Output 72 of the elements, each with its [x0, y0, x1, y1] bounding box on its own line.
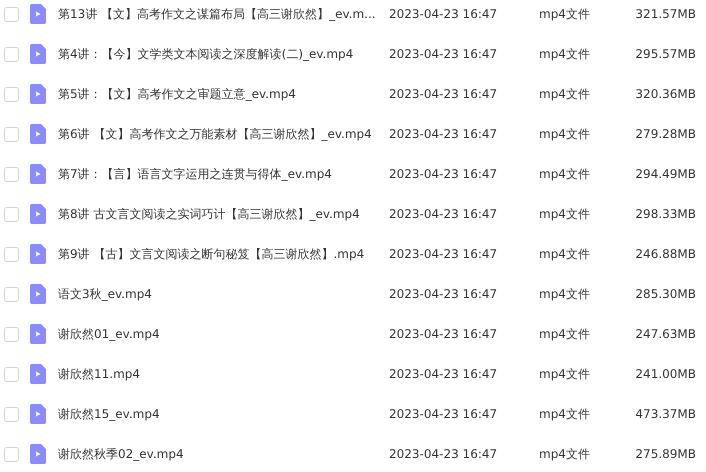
checkbox[interactable]: [4, 46, 19, 62]
video-file-icon: [30, 324, 46, 344]
video-file-icon: [30, 444, 46, 464]
video-file-icon: [30, 244, 46, 264]
video-file-icon: [30, 84, 46, 104]
file-type: mp4文件: [539, 126, 591, 143]
file-size: 246.88MB: [634, 246, 696, 263]
file-size: 279.28MB: [634, 126, 696, 143]
checkbox[interactable]: [4, 126, 19, 142]
modified-date: 2023-04-23 16:47: [389, 6, 498, 23]
file-size: 298.33MB: [634, 206, 696, 223]
modified-date: 2023-04-23 16:47: [389, 206, 498, 223]
file-name[interactable]: 谢欣然15_ev.mp4: [58, 405, 380, 423]
file-type: mp4文件: [539, 326, 591, 343]
file-size: 295.57MB: [634, 46, 696, 63]
file-name[interactable]: 第5讲：【文】高考作文之审题立意_ev.mp4: [58, 85, 380, 103]
file-size: 294.49MB: [634, 166, 696, 183]
file-type: mp4文件: [539, 46, 591, 63]
file-name[interactable]: 谢欣然01_ev.mp4: [58, 325, 380, 343]
file-type: mp4文件: [539, 406, 591, 423]
file-type: mp4文件: [539, 246, 591, 263]
file-type: mp4文件: [539, 206, 591, 223]
file-type: mp4文件: [539, 166, 591, 183]
modified-date: 2023-04-23 16:47: [389, 366, 498, 383]
checkbox[interactable]: [4, 406, 19, 422]
video-file-icon: [30, 44, 46, 64]
file-type: mp4文件: [539, 86, 591, 103]
checkbox[interactable]: [4, 246, 19, 262]
modified-date: 2023-04-23 16:47: [389, 126, 498, 143]
modified-date: 2023-04-23 16:47: [389, 46, 498, 63]
file-size: 247.63MB: [634, 326, 696, 343]
video-file-icon: [30, 164, 46, 184]
modified-date: 2023-04-23 16:47: [389, 166, 498, 183]
modified-date: 2023-04-23 16:47: [389, 86, 498, 103]
file-size: 275.89MB: [634, 446, 696, 463]
file-size: 241.00MB: [634, 366, 696, 383]
video-file-icon: [30, 4, 46, 24]
checkbox[interactable]: [4, 446, 19, 462]
file-size: 473.37MB: [634, 406, 696, 423]
file-name[interactable]: 第6讲 【文】高考作文之万能素材【高三谢欣然】_ev.mp4: [58, 125, 380, 143]
file-size: 285.30MB: [634, 286, 696, 303]
file-name[interactable]: 第7讲：【言】语言文字运用之连贯与得体_ev.mp4: [58, 165, 380, 183]
file-name[interactable]: 第4讲：【今】文学类文本阅读之深度解读(二)_ev.mp4: [58, 45, 380, 63]
modified-date: 2023-04-23 16:47: [389, 246, 498, 263]
file-type: mp4文件: [539, 6, 591, 23]
file-type: mp4文件: [539, 366, 591, 383]
modified-date: 2023-04-23 16:47: [389, 326, 498, 343]
checkbox[interactable]: [4, 166, 19, 182]
video-file-icon: [30, 404, 46, 424]
checkbox[interactable]: [4, 6, 19, 22]
checkbox[interactable]: [4, 286, 19, 302]
checkbox[interactable]: [4, 86, 19, 102]
video-file-icon: [30, 284, 46, 304]
modified-date: 2023-04-23 16:47: [389, 286, 498, 303]
modified-date: 2023-04-23 16:47: [389, 446, 498, 463]
checkbox[interactable]: [4, 206, 19, 222]
file-size: 321.57MB: [634, 6, 696, 23]
checkbox[interactable]: [4, 366, 19, 382]
file-name[interactable]: 谢欣然秋季02_ev.mp4: [58, 445, 380, 463]
file-size: 320.36MB: [634, 86, 696, 103]
file-name[interactable]: 第9讲 【古】文言文阅读之断句秘笈【高三谢欣然】.mp4: [58, 245, 380, 263]
file-name[interactable]: 第8讲 古文言文阅读之实词巧计【高三谢欣然】_ev.mp4: [58, 205, 380, 223]
checkbox[interactable]: [4, 326, 19, 342]
file-name[interactable]: 语文3秋_ev.mp4: [58, 285, 380, 303]
file-name[interactable]: 第13讲 【文】高考作文之谋篇布局【高三谢欣然】_ev.m...: [58, 5, 380, 23]
file-type: mp4文件: [539, 286, 591, 303]
file-type: mp4文件: [539, 446, 591, 463]
file-name[interactable]: 谢欣然11.mp4: [58, 365, 380, 383]
video-file-icon: [30, 364, 46, 384]
video-file-icon: [30, 204, 46, 224]
modified-date: 2023-04-23 16:47: [389, 406, 498, 423]
video-file-icon: [30, 124, 46, 144]
